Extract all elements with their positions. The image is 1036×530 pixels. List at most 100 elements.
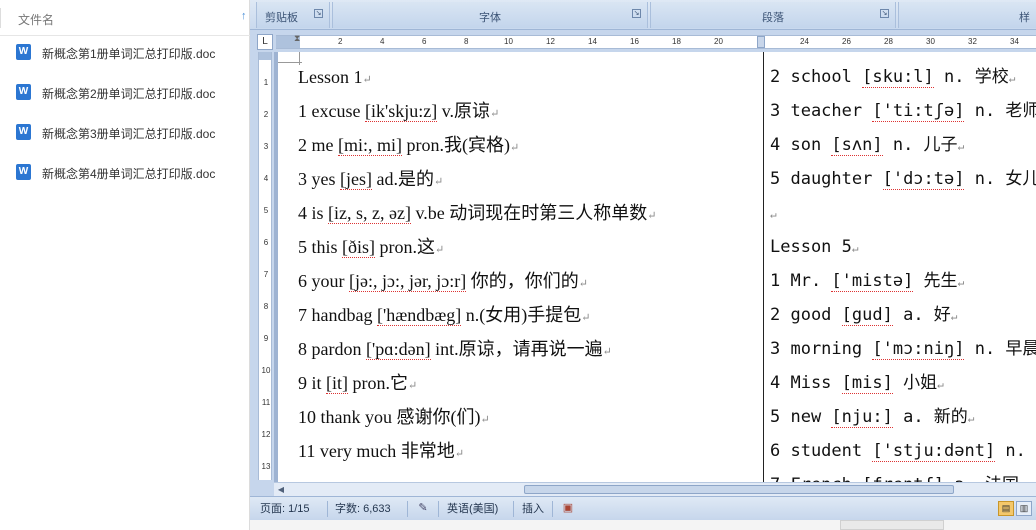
meaning-text: n. 老师 bbox=[964, 101, 1036, 121]
language-status[interactable]: 英语(美国) bbox=[447, 501, 498, 517]
horizontal-ruler[interactable]: ⧗ 2 4 6 8 10 12 14 16 18 20 24 26 28 30 … bbox=[276, 33, 1036, 49]
document-line[interactable]: 5 new [nju:] a. 新的↵ bbox=[770, 400, 1036, 434]
status-bar: 页面: 1/15 字数: 6,633 ✎ 英语(美国) 插入 ▣ ▤ ▥ bbox=[250, 496, 1036, 520]
document-line[interactable]: 1 excuse [ik'skju:z] v.原谅↵ bbox=[298, 94, 758, 128]
tab-selector-button[interactable]: L bbox=[257, 34, 273, 50]
paragraph-mark-icon: ↵ bbox=[647, 210, 657, 222]
vertical-ruler[interactable]: 1 2 3 4 5 6 7 8 9 10 11 12 13 bbox=[258, 52, 272, 480]
meaning-text: 小姐 bbox=[892, 373, 938, 393]
ruler-tick-label: 10 bbox=[261, 366, 271, 375]
document-line[interactable]: 3 yes [jes] ad.是的↵ bbox=[298, 162, 758, 196]
file-item[interactable]: W 新概念第1册单词汇总打印版.doc bbox=[0, 34, 250, 74]
document-line[interactable]: 4 is [iz, s, z, əz] v.be 动词现在时第三人称单数↵ bbox=[298, 196, 758, 230]
document-line[interactable]: 5 this [ðis] pron.这↵ bbox=[298, 230, 758, 264]
document-line[interactable]: 5 daughter ['dɔ:tə] n. 女儿↵ bbox=[770, 162, 1036, 196]
scroll-left-icon[interactable]: ◀ bbox=[274, 483, 288, 496]
scroll-thumb[interactable] bbox=[524, 485, 954, 494]
horizontal-scrollbar[interactable]: ◀ bbox=[274, 482, 1036, 496]
paragraph-launcher-icon[interactable]: ↘ bbox=[880, 9, 889, 18]
file-name: 新概念第3册单词汇总打印版.doc bbox=[42, 127, 216, 141]
document-line[interactable]: 2 me [mi:, mi] pron.我(宾格)↵ bbox=[298, 128, 758, 162]
document-line[interactable]: Lesson 1↵ bbox=[298, 60, 758, 94]
insert-mode-status[interactable]: 插入 bbox=[522, 501, 544, 517]
document-line[interactable]: 7 handbag ['hændbæg] n.(女用)手提包↵ bbox=[298, 298, 758, 332]
phonetic-text: ['stju:dənt] bbox=[872, 441, 996, 462]
text-column-right[interactable]: 2 school [sku:l] n. 学校↵ 3 teacher ['ti:tʃ… bbox=[770, 60, 1036, 482]
name-column-header[interactable]: 文件名 bbox=[18, 11, 54, 28]
ruler-tick-label: 32 bbox=[968, 37, 977, 46]
paragraph-mark-icon: ↵ bbox=[967, 412, 975, 425]
paragraph-mark-icon: ↵ bbox=[957, 276, 965, 289]
ruler-tick-label: 8 bbox=[464, 37, 469, 46]
word-text: 7 French bbox=[770, 475, 862, 482]
word-text: 3 morning bbox=[770, 339, 873, 359]
paragraph-mark-icon: ↵ bbox=[435, 244, 445, 256]
document-line[interactable]: 10 thank you 感谢你(们)↵ bbox=[298, 400, 758, 434]
document-line[interactable]: 11 very much 非常地↵ bbox=[298, 434, 758, 468]
clipboard-group: 剪贴板 ↘ bbox=[256, 2, 330, 28]
text-column-left[interactable]: Lesson 1↵ 1 excuse [ik'skju:z] v.原谅↵ 2 me … bbox=[298, 60, 758, 468]
ribbon-group-bar: 剪贴板 ↘ 字体 ↘ 段落 ↘ 样 bbox=[250, 0, 1036, 30]
clipboard-launcher-icon[interactable]: ↘ bbox=[314, 9, 323, 18]
document-line[interactable]: 4 son [sʌn] n. 儿子↵ bbox=[770, 128, 1036, 162]
paragraph-mark-icon: ↵ bbox=[509, 142, 520, 154]
ruler-tick-label: 9 bbox=[263, 334, 269, 343]
full-screen-view-button[interactable]: ▥ bbox=[1016, 501, 1032, 516]
file-item[interactable]: W 新概念第2册单词汇总打印版.doc bbox=[0, 74, 250, 114]
document-line[interactable]: 6 your [jə:, jɔ:, jər, jɔ:r] 你的，你们的↵ bbox=[298, 264, 758, 298]
document-line[interactable]: Lesson 5↵ bbox=[770, 230, 1036, 264]
file-list-pane: 文件名 ↑ W 新概念第1册单词汇总打印版.doc W 新概念第2册单词汇总打印… bbox=[0, 0, 250, 530]
document-line[interactable]: 7 French [frentʃ] a. 法国↵ bbox=[770, 468, 1036, 482]
document-line[interactable]: ↵ bbox=[770, 196, 1036, 230]
document-line[interactable]: 3 teacher ['ti:tʃə] n. 老师↵ bbox=[770, 94, 1036, 128]
ruler-tick-label: 5 bbox=[263, 206, 269, 215]
paragraph-mark-icon: ↵ bbox=[602, 346, 612, 358]
print-layout-view-button[interactable]: ▤ bbox=[998, 501, 1014, 516]
document-line[interactable]: 2 good [gud] a. 好↵ bbox=[770, 298, 1036, 332]
paragraph-group-label: 段落 bbox=[762, 12, 784, 24]
word-doc-icon: W bbox=[16, 164, 31, 180]
phonetic-text: [gud] bbox=[841, 305, 893, 326]
font-launcher-icon[interactable]: ↘ bbox=[632, 9, 641, 18]
word-text: 8 pardon bbox=[298, 339, 366, 359]
word-text: 4 is bbox=[298, 203, 329, 223]
up-arrow-icon[interactable]: ↑ bbox=[241, 10, 247, 22]
paragraph-mark-icon: ↵ bbox=[362, 74, 372, 86]
page-count-status[interactable]: 页面: 1/15 bbox=[260, 501, 310, 517]
file-item[interactable]: W 新概念第4册单词汇总打印版.doc bbox=[0, 154, 250, 194]
document-line[interactable]: 1 Mr. ['mistə] 先生↵ bbox=[770, 264, 1036, 298]
ruler-tick-label: 12 bbox=[261, 430, 271, 439]
ruler-tick-label: 7 bbox=[263, 270, 269, 279]
document-line[interactable]: 9 it [it] pron.它↵ bbox=[298, 366, 758, 400]
proofing-icon[interactable]: ✎ bbox=[416, 502, 430, 515]
document-line[interactable]: 6 student ['stju:dənt] n. 学↵ bbox=[770, 434, 1036, 468]
paragraph-mark-icon: ↵ bbox=[937, 378, 944, 391]
word-text: 7 handbag bbox=[298, 305, 377, 325]
status-separator bbox=[327, 501, 328, 517]
word-text: 2 school bbox=[770, 67, 863, 87]
ruler-margin bbox=[259, 52, 271, 60]
file-item[interactable]: W 新概念第3册单词汇总打印版.doc bbox=[0, 114, 250, 154]
ruler-tick-label: 10 bbox=[504, 37, 513, 46]
ruler-tick-label: 24 bbox=[800, 37, 809, 46]
column-divider bbox=[0, 8, 1, 28]
word-count-status[interactable]: 字数: 6,633 bbox=[335, 501, 391, 517]
word-text: 1 excuse bbox=[298, 101, 365, 121]
meaning-text: n. 学校 bbox=[933, 67, 1009, 87]
document-line[interactable]: 2 school [sku:l] n. 学校↵ bbox=[770, 60, 1036, 94]
meaning-text: n. 学 bbox=[1005, 441, 1036, 461]
document-line[interactable]: 3 morning ['mɔ:niŋ] n. 早晨↵ bbox=[770, 332, 1036, 366]
phonetic-text: [ik'skju:z] bbox=[364, 101, 438, 122]
macro-record-icon[interactable]: ▣ bbox=[561, 502, 575, 515]
column-marker[interactable] bbox=[757, 36, 765, 48]
document-line[interactable]: 4 Miss [mis] 小姐↵ bbox=[770, 366, 1036, 400]
document-page[interactable]: Lesson 1↵ 1 excuse [ik'skju:z] v.原谅↵ 2 me … bbox=[278, 52, 1036, 482]
paragraph-group: 段落 ↘ bbox=[650, 2, 896, 28]
word-text: 10 thank you bbox=[298, 407, 397, 427]
status-separator bbox=[438, 501, 439, 517]
ruler-tick-label: 2 bbox=[263, 110, 269, 119]
indent-marker-icon[interactable]: ⧗ bbox=[294, 33, 300, 44]
document-line[interactable]: 8 pardon ['pɑ:dən] int.原谅，请再说一遍↵ bbox=[298, 332, 758, 366]
file-list-header: 文件名 ↑ bbox=[0, 0, 250, 36]
ruler-tick-label: 2 bbox=[338, 37, 343, 46]
